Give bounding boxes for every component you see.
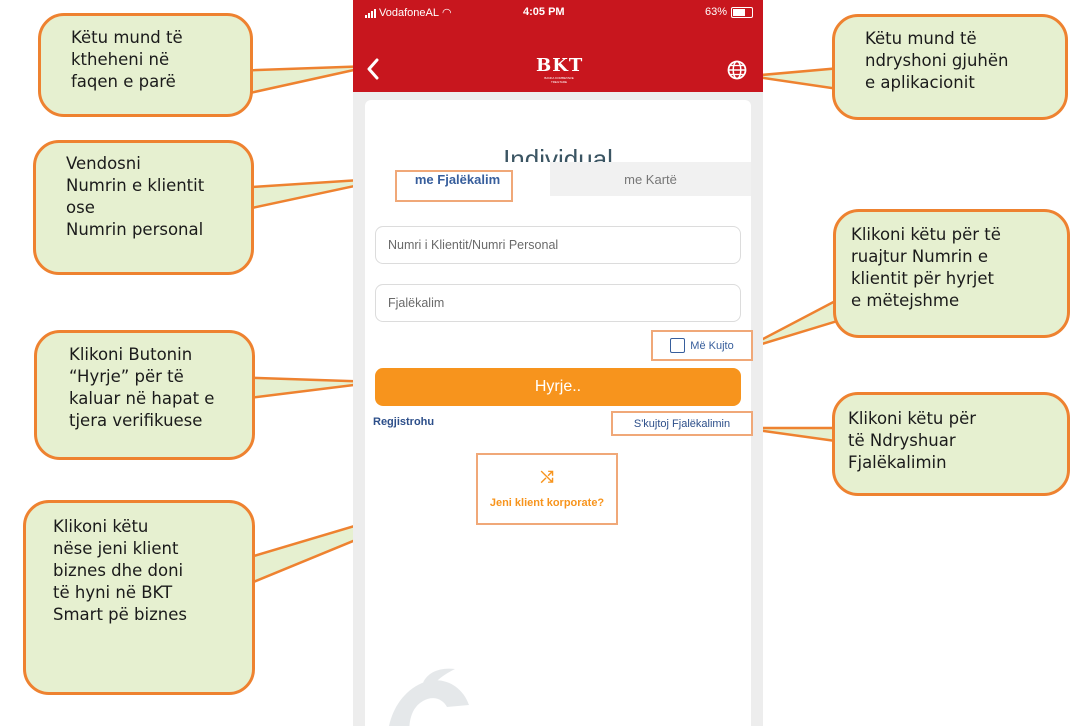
remember-me-toggle[interactable]: Më Kujto bbox=[651, 330, 753, 361]
callout-remember-text: Klikoni këtu për të ruajtur Numrin e kli… bbox=[851, 225, 1001, 310]
client-number-input[interactable]: Numri i Klientit/Numri Personal bbox=[375, 226, 741, 264]
login-button[interactable]: Hyrje.. bbox=[375, 368, 741, 406]
callout-corporate: Klikoni këtu nëse jeni klient biznes dhe… bbox=[23, 500, 255, 695]
globe-icon bbox=[727, 60, 747, 80]
tab-card-label: me Kartë bbox=[624, 171, 677, 187]
callout-forgot-password: Klikoni këtu për të Ndryshuar Fjalëkalim… bbox=[832, 392, 1070, 496]
password-input[interactable]: Fjalëkalim bbox=[375, 284, 741, 322]
status-time: 4:05 PM bbox=[523, 6, 565, 18]
callout-forgot-password-text: Klikoni këtu për të Ndryshuar Fjalëkalim… bbox=[848, 409, 977, 472]
callout-client-number: Vendosni Numrin e klientit ose Numrin pe… bbox=[33, 140, 254, 275]
callout-login: Klikoni Butonin “Hyrje” për të kaluar në… bbox=[34, 330, 255, 460]
remember-checkbox[interactable] bbox=[670, 338, 686, 353]
logo-mark: BKT bbox=[536, 55, 584, 76]
tab-password-highlight bbox=[395, 170, 513, 202]
battery-icon bbox=[731, 6, 753, 18]
callout-back: Këtu mund të ktheheni në faqen e parë bbox=[38, 13, 253, 117]
forgot-password-link[interactable]: S'kujtoj Fjalëkalimin bbox=[611, 411, 753, 436]
password-placeholder: Fjalëkalim bbox=[388, 296, 445, 310]
logo-subtitle: BANKA KOMBETARE TREGTARE bbox=[544, 76, 574, 84]
tab-card[interactable]: me Kartë bbox=[550, 162, 751, 196]
callout-language: Këtu mund të ndryshoni gjuhën e aplikaci… bbox=[832, 14, 1068, 120]
status-bar-right: 63% bbox=[705, 6, 753, 18]
callout-remember: Klikoni këtu për të ruajtur Numrin e kli… bbox=[833, 209, 1070, 338]
phone-screen: VodafoneAL ◠ 4:05 PM 63% BKT BANKA KOMBE… bbox=[353, 0, 763, 726]
callout-language-text: Këtu mund të ndryshoni gjuhën e aplikaci… bbox=[865, 29, 1009, 92]
status-bar-left: VodafoneAL ◠ bbox=[365, 6, 452, 19]
wifi-icon: ◠ bbox=[441, 7, 452, 19]
forgot-password-label: S'kujtoj Fjalëkalimin bbox=[633, 417, 731, 430]
client-number-placeholder: Numri i Klientit/Numri Personal bbox=[388, 238, 559, 252]
login-card: Individual me Fjalëkalim me Kartë Numri … bbox=[365, 100, 753, 726]
language-button[interactable] bbox=[727, 60, 747, 80]
corporate-client-button[interactable]: ⤭ Jeni klient korporate? bbox=[476, 453, 618, 525]
callout-back-text: Këtu mund të ktheheni në faqen e parë bbox=[71, 28, 183, 91]
back-button[interactable] bbox=[353, 54, 393, 84]
chevron-left-icon bbox=[367, 58, 379, 80]
carrier-label: VodafoneAL bbox=[379, 6, 439, 19]
callout-corporate-text: Klikoni këtu nëse jeni klient biznes dhe… bbox=[53, 517, 187, 624]
battery-percent: 63% bbox=[704, 6, 727, 18]
signal-icon bbox=[365, 8, 376, 18]
corporate-label: Jeni klient korporate? bbox=[489, 497, 605, 509]
app-header: VodafoneAL ◠ 4:05 PM 63% BKT BANKA KOMBE… bbox=[353, 0, 763, 92]
register-link[interactable]: Regjistrohu bbox=[373, 416, 434, 428]
callout-client-number-text: Vendosni Numrin e klientit ose Numrin pe… bbox=[66, 154, 205, 239]
bkt-logo: BKT BANKA KOMBETARE TREGTARE bbox=[536, 56, 582, 86]
login-button-label: Hyrje.. bbox=[534, 378, 582, 395]
helmet-watermark-icon bbox=[389, 668, 469, 726]
shuffle-icon: ⤭ bbox=[540, 469, 554, 486]
remember-label: Më Kujto bbox=[690, 339, 734, 352]
callout-login-text: Klikoni Butonin “Hyrje” për të kaluar në… bbox=[69, 345, 215, 430]
